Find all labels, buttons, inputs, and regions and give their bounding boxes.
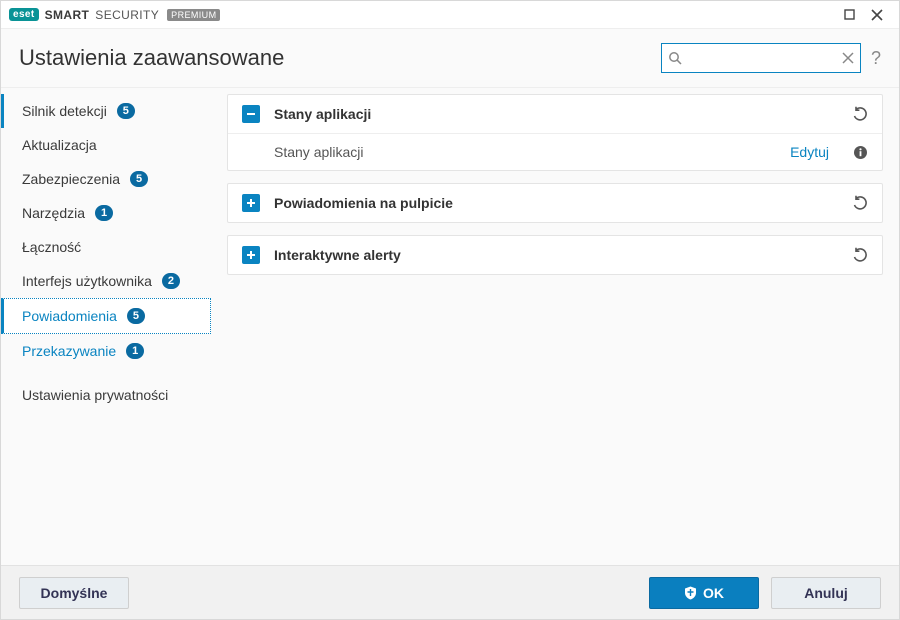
edit-link[interactable]: Edytuj bbox=[790, 144, 829, 160]
brand-name-strong: SMART bbox=[45, 8, 90, 22]
sidebar-item-label: Powiadomienia bbox=[22, 308, 117, 324]
footer: Domyślne OK Anuluj bbox=[1, 565, 899, 619]
sidebar-badge: 5 bbox=[127, 308, 145, 324]
content: Stany aplikacji Stany aplikacji Edytuj bbox=[211, 88, 899, 565]
info-button[interactable] bbox=[853, 145, 868, 160]
header: Ustawienia zaawansowane ? bbox=[1, 29, 899, 88]
x-icon bbox=[842, 52, 854, 64]
setting-label: Stany aplikacji bbox=[274, 144, 364, 160]
sidebar-badge: 5 bbox=[117, 103, 135, 119]
ok-label: OK bbox=[703, 585, 724, 601]
app-window: eset SMART SECURITY PREMIUM Ustawienia z… bbox=[0, 0, 900, 620]
expand-toggle[interactable] bbox=[242, 194, 260, 212]
setting-row-app-statuses: Stany aplikacji Edytuj bbox=[228, 134, 882, 170]
sidebar-item-label: Przekazywanie bbox=[22, 343, 116, 359]
collapse-toggle[interactable] bbox=[242, 105, 260, 123]
sidebar-badge: 1 bbox=[95, 205, 113, 221]
sidebar: Silnik detekcji 5 Aktualizacja Zabezpiec… bbox=[1, 88, 211, 565]
sidebar-item-notifications[interactable]: Powiadomienia 5 bbox=[1, 298, 211, 334]
sidebar-item-protections[interactable]: Zabezpieczenia 5 bbox=[1, 162, 211, 196]
titlebar: eset SMART SECURITY PREMIUM bbox=[1, 1, 899, 29]
window-maximize-button[interactable] bbox=[835, 5, 863, 25]
undo-icon bbox=[852, 195, 868, 211]
sidebar-item-label: Aktualizacja bbox=[22, 137, 97, 153]
defaults-button[interactable]: Domyślne bbox=[19, 577, 129, 609]
info-icon bbox=[853, 145, 868, 160]
reset-section-button[interactable] bbox=[852, 106, 868, 122]
minus-icon bbox=[246, 109, 256, 119]
sidebar-item-label: Łączność bbox=[22, 239, 81, 255]
brand-tier: PREMIUM bbox=[167, 9, 220, 21]
section-title: Interaktywne alerty bbox=[274, 247, 401, 263]
close-icon bbox=[871, 9, 883, 21]
help-button[interactable]: ? bbox=[871, 48, 881, 69]
brand-name-light: SECURITY bbox=[95, 8, 159, 22]
shield-icon bbox=[684, 586, 697, 600]
sidebar-item-forwarding[interactable]: Przekazywanie 1 bbox=[1, 334, 211, 368]
sidebar-badge: 1 bbox=[126, 343, 144, 359]
sidebar-item-detection-engine[interactable]: Silnik detekcji 5 bbox=[1, 94, 211, 128]
section-body: Stany aplikacji Edytuj bbox=[228, 133, 882, 170]
window-close-button[interactable] bbox=[863, 5, 891, 25]
search-field[interactable] bbox=[661, 43, 861, 73]
sidebar-badge: 5 bbox=[130, 171, 148, 187]
sidebar-item-tools[interactable]: Narzędzia 1 bbox=[1, 196, 211, 230]
sidebar-item-label: Ustawienia prywatności bbox=[22, 387, 168, 403]
sidebar-item-update[interactable]: Aktualizacja bbox=[1, 128, 211, 162]
section-desktop-notifications: Powiadomienia na pulpicie bbox=[227, 183, 883, 223]
square-icon bbox=[844, 9, 855, 20]
body: Silnik detekcji 5 Aktualizacja Zabezpiec… bbox=[1, 88, 899, 565]
section-title: Stany aplikacji bbox=[274, 106, 371, 122]
section-title: Powiadomienia na pulpicie bbox=[274, 195, 453, 211]
plus-icon bbox=[246, 250, 256, 260]
brand-logo: eset bbox=[9, 8, 39, 21]
sidebar-item-label: Interfejs użytkownika bbox=[22, 273, 152, 289]
section-header[interactable]: Interaktywne alerty bbox=[228, 236, 882, 274]
cancel-button[interactable]: Anuluj bbox=[771, 577, 881, 609]
expand-toggle[interactable] bbox=[242, 246, 260, 264]
sidebar-item-label: Narzędzia bbox=[22, 205, 85, 221]
brand: eset SMART SECURITY PREMIUM bbox=[9, 8, 220, 22]
sidebar-item-ui[interactable]: Interfejs użytkownika 2 bbox=[1, 264, 211, 298]
plus-icon bbox=[246, 198, 256, 208]
section-interactive-alerts: Interaktywne alerty bbox=[227, 235, 883, 275]
sidebar-item-privacy[interactable]: Ustawienia prywatności bbox=[1, 378, 211, 412]
search-icon bbox=[668, 51, 682, 65]
sidebar-item-connectivity[interactable]: Łączność bbox=[1, 230, 211, 264]
reset-section-button[interactable] bbox=[852, 247, 868, 263]
section-header[interactable]: Stany aplikacji bbox=[228, 95, 882, 133]
ok-button[interactable]: OK bbox=[649, 577, 759, 609]
undo-icon bbox=[852, 247, 868, 263]
search-input[interactable] bbox=[662, 44, 860, 72]
section-header[interactable]: Powiadomienia na pulpicie bbox=[228, 184, 882, 222]
sidebar-item-label: Silnik detekcji bbox=[22, 103, 107, 119]
sidebar-item-label: Zabezpieczenia bbox=[22, 171, 120, 187]
reset-section-button[interactable] bbox=[852, 195, 868, 211]
section-app-statuses: Stany aplikacji Stany aplikacji Edytuj bbox=[227, 94, 883, 171]
undo-icon bbox=[852, 106, 868, 122]
page-title: Ustawienia zaawansowane bbox=[19, 45, 284, 71]
sidebar-badge: 2 bbox=[162, 273, 180, 289]
clear-search-button[interactable] bbox=[842, 52, 854, 64]
question-icon: ? bbox=[871, 48, 881, 68]
